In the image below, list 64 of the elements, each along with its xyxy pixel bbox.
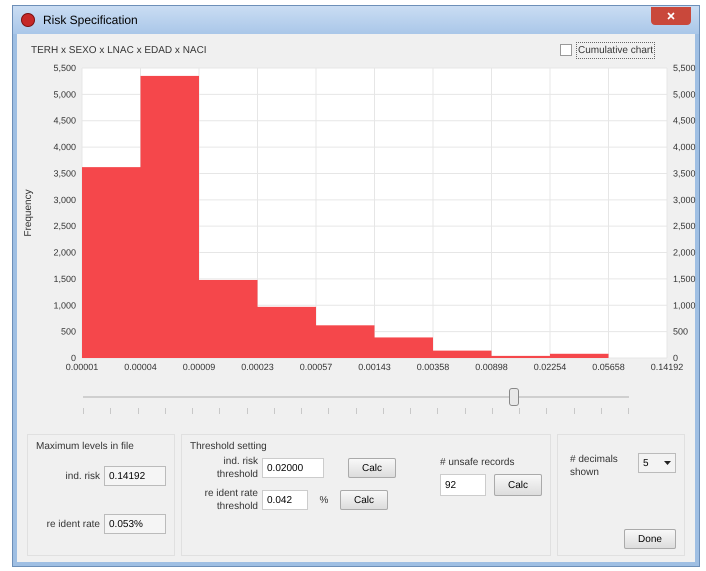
unit-label: % [318,494,330,508]
y-axis-label: 500 [673,326,688,337]
x-axis-label: 0.00898 [475,362,508,372]
checkbox[interactable] [560,44,572,56]
group-title: Threshold setting [190,440,268,454]
chart-title: TERH x SEXO x LNAC x EDAD x NACI [31,44,207,58]
group-title: Maximum levels in file [36,440,135,454]
field-label: ind. risk threshold [216,455,258,481]
x-axis-label: 0.00001 [66,362,98,372]
calc-button[interactable]: Calc [494,474,542,496]
x-axis-label: 0.02254 [534,362,566,372]
input-field[interactable]: 0.14192 [104,466,166,486]
close-icon [667,12,675,20]
field-label: # unsafe records [440,456,516,470]
calc-button[interactable]: Calc [340,490,388,510]
close-button[interactable] [651,7,691,25]
x-axis-label: 0.00057 [300,362,332,372]
x-axis-label: 0.05658 [592,362,625,372]
input-field[interactable]: 0.042 [262,490,308,510]
y-axis-label: 5,000 [53,89,76,100]
y-axis-label: 4,000 [673,142,696,152]
y-axis-title: Frequency [23,189,34,237]
field-label: re ident rate [46,518,100,532]
input-field[interactable]: 0.02000 [262,458,324,478]
y-axis-label: 500 [60,326,76,337]
field-label: ind. risk [66,470,100,484]
dropdown-caret-icon [664,461,671,465]
y-axis-label: 4,500 [673,116,696,126]
y-axis-label: 3,500 [53,168,76,178]
x-axis-label: 0.00004 [124,362,157,372]
window-title: Risk Specification [43,12,138,29]
y-axis-label: 0 [70,353,76,363]
input-field[interactable]: 0.053% [104,514,166,534]
y-axis-label: 3,000 [53,194,76,205]
y-axis-label: 5,500 [53,63,76,73]
y-axis-label: 3,000 [673,194,696,205]
y-axis-label: 0 [673,353,678,363]
y-axis-label: 2,000 [53,248,76,258]
decimals-dropdown[interactable]: 5 [638,453,676,473]
y-axis-label: 5,500 [673,63,696,73]
x-axis-label: 0.00143 [358,362,391,372]
input-field[interactable]: 92 [440,474,486,496]
y-axis-label: 2,000 [673,248,696,258]
x-axis-label: 0.00023 [241,362,274,372]
y-axis-label: 5,000 [673,89,696,100]
slider-thumb[interactable] [509,388,520,406]
y-axis-label: 1,000 [53,300,76,310]
y-axis-label: 1,500 [53,274,76,284]
calc-button[interactable]: Calc [348,458,396,478]
field-label: # decimals shown [569,453,619,479]
y-axis-label: 3,500 [673,168,696,178]
done-button[interactable]: Done [624,529,676,549]
y-axis-label: 1,500 [673,274,696,284]
y-axis-label: 4,000 [53,142,76,152]
x-axis-label: 0.00358 [416,362,450,372]
field-label: re ident rate threshold [204,487,258,513]
x-axis-label: 0.00009 [182,362,216,372]
y-axis-label: 1,000 [673,300,696,310]
app-icon [21,13,35,27]
x-axis-label: 0.14192 [650,362,684,372]
checkbox-label: Cumulative chart [576,42,655,58]
y-axis-label: 2,500 [53,221,76,232]
y-axis-label: 4,500 [53,116,76,126]
y-axis-label: 2,500 [673,221,696,232]
